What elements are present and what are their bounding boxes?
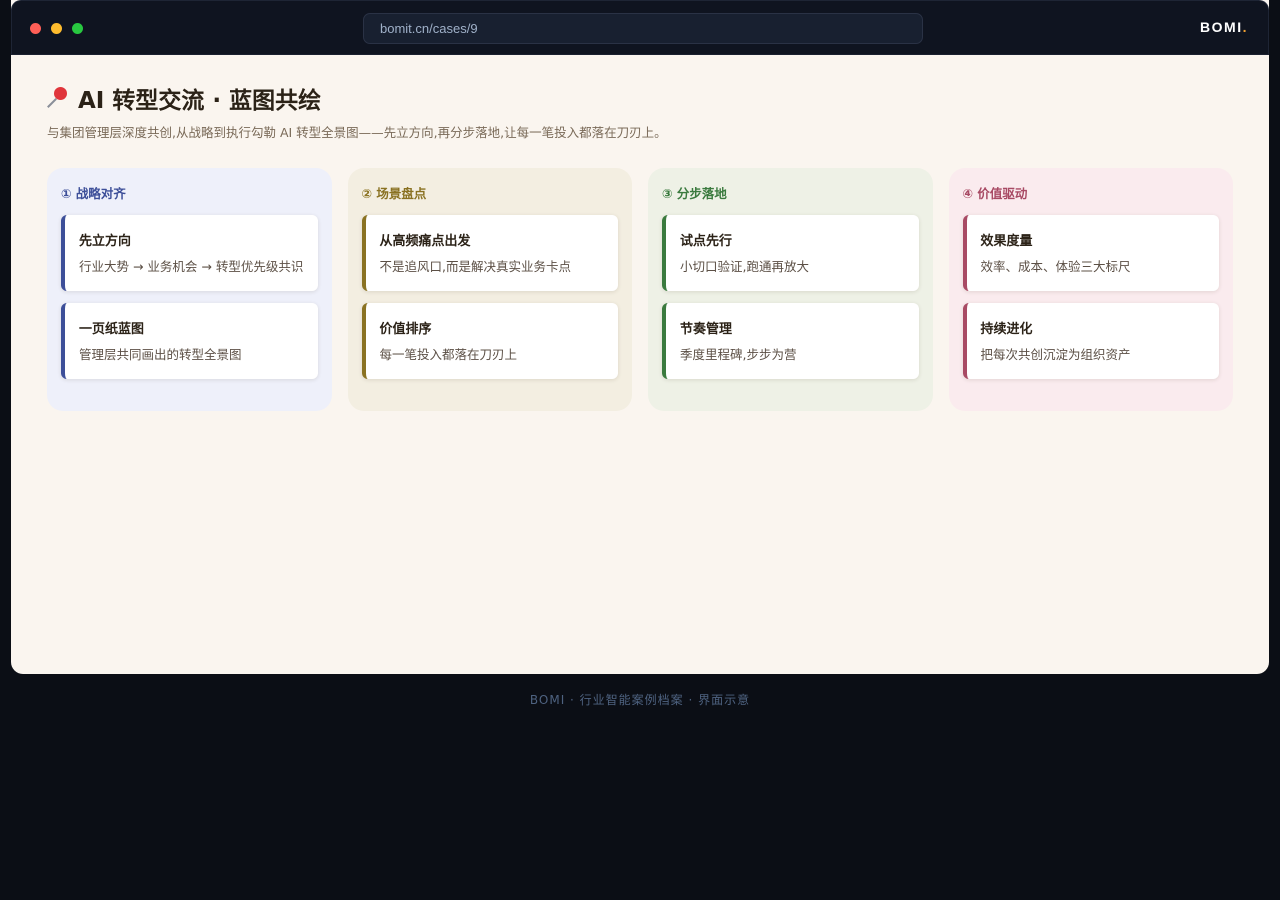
stage-column: ① 战略对齐先立方向行业大势 → 业务机会 → 转型优先级共识 一页纸蓝图管理层共… xyxy=(47,168,332,411)
page-content: AI 转型交流 · 蓝图共绘 与集团管理层深度共创,从战略到执行勾勒 AI 转型… xyxy=(11,55,1269,411)
stage-column-title: ④ 价值驱动 xyxy=(962,186,1028,201)
stage-column: ② 场景盘点从高频痛点出发不是追风口,而是解决真实业务卡点 价值排序每一笔投入都落… xyxy=(347,168,632,411)
stage-card-title: 先立方向 xyxy=(79,234,132,249)
brand-dot: . xyxy=(1242,19,1248,35)
stage-column-title: ② 场景盘点 xyxy=(361,186,427,201)
stage-card-title: 价值排序 xyxy=(379,322,432,337)
stage-card-description: 每一笔投入都落在刀刃上 xyxy=(379,347,518,362)
maximize-window-button[interactable] xyxy=(72,23,83,34)
minimize-window-button[interactable] xyxy=(51,23,62,34)
stage-card-description: 效率、成本、体验三大标尺 xyxy=(980,259,1131,274)
stage-card[interactable]: 一页纸蓝图管理层共同画出的转型全景图 xyxy=(61,303,318,379)
footer-caption: BOMI · 行业智能案例档案 · 界面示意 xyxy=(529,693,751,707)
stage-card-description: 季度里程碑,步步为营 xyxy=(680,347,797,362)
close-window-button[interactable] xyxy=(30,23,41,34)
stage-card-title: 效果度量 xyxy=(980,234,1033,249)
page-title: AI 转型交流 · 蓝图共绘 xyxy=(47,83,1233,114)
stage-column: ③ 分步落地试点先行小切口验证,跑通再放大 节奏管理季度里程碑,步步为营 xyxy=(648,168,933,411)
stage-card-description: 行业大势 → 业务机会 → 转型优先级共识 xyxy=(79,259,304,274)
address-bar[interactable]: bomit.cn/cases/9 xyxy=(363,13,923,44)
stage-column-title: ① 战略对齐 xyxy=(61,186,126,201)
stage-card[interactable]: 节奏管理季度里程碑,步步为营 xyxy=(662,303,919,379)
stage-card-description: 小切口验证,跑通再放大 xyxy=(680,259,809,274)
stage-card-title: 从高频痛点出发 xyxy=(379,234,471,249)
stage-columns: ① 战略对齐先立方向行业大势 → 业务机会 → 转型优先级共识 一页纸蓝图管理层共… xyxy=(47,168,1233,411)
page-title-text: AI 转型交流 · 蓝图共绘 xyxy=(78,88,322,114)
stage-card-title: 一页纸蓝图 xyxy=(79,322,145,337)
stage-card[interactable]: 持续进化把每次共创沉淀为组织资产 xyxy=(962,303,1219,379)
title-bar: bomit.cn/cases/9 BOMI. xyxy=(11,0,1269,55)
stage-card-description: 不是追风口,而是解决真实业务卡点 xyxy=(379,259,571,274)
stage-card-title: 持续进化 xyxy=(980,322,1033,337)
stage-card-description: 把每次共创沉淀为组织资产 xyxy=(980,347,1131,362)
stage-card-description: 管理层共同画出的转型全景图 xyxy=(79,347,242,362)
stage-card-title: 试点先行 xyxy=(680,234,733,249)
stage-card[interactable]: 价值排序每一笔投入都落在刀刃上 xyxy=(361,303,618,379)
pushpin-icon xyxy=(47,84,70,110)
stage-card[interactable]: 效果度量效率、成本、体验三大标尺 xyxy=(962,215,1219,291)
stage-card-title: 节奏管理 xyxy=(680,322,733,337)
stage-card[interactable]: 试点先行小切口验证,跑通再放大 xyxy=(662,215,919,291)
stage-card[interactable]: 从高频痛点出发不是追风口,而是解决真实业务卡点 xyxy=(361,215,618,291)
brand-name: BOMI xyxy=(1200,19,1243,35)
browser-window: bomit.cn/cases/9 BOMI. AI 转型交流 · 蓝图共绘 与集… xyxy=(11,0,1269,674)
stage-card[interactable]: 先立方向行业大势 → 业务机会 → 转型优先级共识 xyxy=(61,215,318,291)
page-subtitle: 与集团管理层深度共创,从战略到执行勾勒 AI 转型全景图——先立方向,再分步落地… xyxy=(47,125,667,140)
brand-logo: BOMI. xyxy=(1200,19,1248,35)
stage-column: ④ 价值驱动效果度量效率、成本、体验三大标尺 持续进化把每次共创沉淀为组织资产 xyxy=(948,168,1233,411)
stage-column-title: ③ 分步落地 xyxy=(662,186,727,201)
